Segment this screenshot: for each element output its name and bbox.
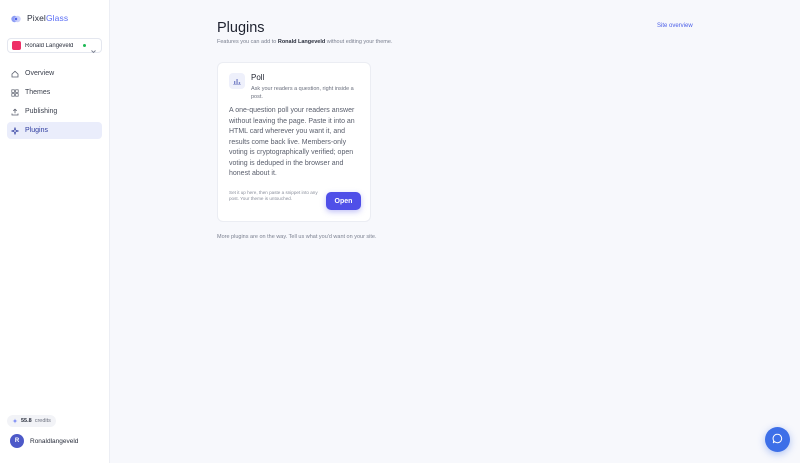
home-icon — [11, 70, 19, 78]
more-plugins-note: More plugins are on the way. Tell us wha… — [217, 234, 377, 240]
brand-name: PixelGlass — [27, 13, 68, 23]
sidebar-item-label: Themes — [25, 89, 51, 96]
user-menu[interactable]: R Ronaldlangeveld — [10, 434, 78, 448]
avatar: R — [10, 434, 24, 448]
brand-name-prefix: Pixel — [27, 13, 46, 23]
sidebar-item-label: Publishing — [25, 108, 58, 115]
sidebar-item-plugins[interactable]: Plugins — [7, 122, 102, 139]
site-selector[interactable]: Ronald Langeveld — [7, 38, 102, 54]
sparkle-icon — [10, 126, 20, 135]
page-subtitle-site-name: Ronald Langeveld — [277, 39, 326, 45]
upload-icon — [11, 108, 19, 116]
page-subtitle-after: without editing your theme. — [325, 39, 393, 45]
brand-logo-icon — [10, 12, 22, 24]
site-overview-link[interactable]: Site overview — [657, 23, 693, 29]
plugin-description: A one-question poll your readers answer … — [229, 107, 355, 177]
chevron-down-icon — [90, 42, 97, 54]
app-root: PixelGlass Ronald Langeveld Overview The… — [0, 0, 800, 463]
site-avatar — [12, 41, 21, 50]
sidebar-item-label: Overview — [25, 70, 55, 77]
chat-bubble-icon — [772, 431, 783, 449]
main-content: Plugins Features you can add to Ronald L… — [110, 0, 800, 463]
open-plugin-button[interactable]: Open — [326, 192, 361, 210]
sidebar-item-overview[interactable]: Overview — [7, 65, 102, 82]
brand-name-suffix: Glass — [45, 13, 69, 23]
plugin-tagline: Ask your readers a question, right insid… — [251, 86, 354, 100]
page-subtitle: Features you can add to Ronald Langeveld… — [217, 39, 392, 45]
credits-badge[interactable]: 55.8 credits — [7, 415, 56, 427]
sidebar: PixelGlass Ronald Langeveld Overview The… — [0, 0, 110, 463]
chat-button[interactable] — [765, 427, 790, 452]
sidebar-item-themes[interactable]: Themes — [7, 84, 102, 101]
grid-icon — [11, 88, 19, 97]
page-title: Plugins — [217, 20, 265, 36]
site-name: Ronald Langeveld — [25, 42, 74, 49]
site-status-dot — [83, 44, 86, 47]
credits-value: 55.8 — [21, 418, 32, 424]
poll-chart-icon — [229, 73, 245, 89]
plugin-hint: Set it up here, then paste a snippet int… — [229, 190, 318, 201]
user-name: Ronaldlangeveld — [30, 437, 79, 445]
brand[interactable]: PixelGlass — [7, 10, 102, 26]
sidebar-item-publishing[interactable]: Publishing — [7, 103, 102, 120]
plugin-title: Poll — [251, 73, 265, 82]
sidebar-item-label: Plugins — [25, 127, 48, 134]
plugin-card-poll: Poll Ask your readers a question, right … — [217, 62, 371, 222]
credits-label: credits — [34, 418, 51, 424]
page-subtitle-before: Features you can add to — [217, 39, 278, 45]
sparkle-icon — [12, 418, 18, 424]
sidebar-nav: Overview Themes Publishing Plugins — [7, 65, 102, 139]
